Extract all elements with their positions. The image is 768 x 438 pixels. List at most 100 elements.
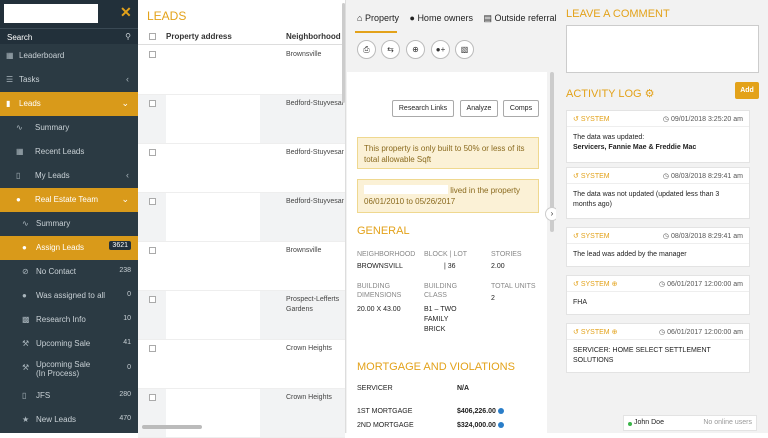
add-button[interactable]: ⊕ (406, 40, 425, 59)
sidebar-item-leaderboard[interactable]: ▦ Leaderboard (0, 44, 138, 68)
sidebar-item-recent-leads[interactable]: ▦ Recent Leads (0, 140, 138, 164)
book-icon: ▮ (6, 99, 11, 108)
sidebar-item-was-assigned[interactable]: ● Was assigned to all 0 (0, 284, 138, 308)
leads-vertical-scrollbar[interactable] (342, 3, 345, 103)
date-label: 06/01/2017 12:00:00 am (667, 329, 743, 336)
close-icon[interactable]: ✕ (120, 4, 132, 21)
gavel-icon: ⚒ (22, 339, 30, 348)
row-checkbox[interactable] (149, 247, 156, 254)
online-user-name: John Doe (634, 419, 664, 426)
sidebar-item-label: Research Info (36, 315, 86, 324)
table-row[interactable]: Crown Heights (138, 389, 345, 438)
activity-date: ◷ 08/03/2018 8:29:41 am (663, 172, 743, 180)
row-checkbox[interactable] (149, 149, 156, 156)
tab-label: Property (364, 13, 399, 23)
table-row[interactable]: Prospect-Lefferts Gardens (138, 291, 345, 340)
sidebar-item-label: Summary (36, 219, 71, 228)
plus-circle-icon[interactable]: ⊕ (612, 281, 618, 288)
first-mortgage-label: 1ST MORTGAGE (357, 408, 413, 415)
sidebar-item-team-summary[interactable]: ∿ Summary (0, 212, 138, 236)
row-checkbox[interactable] (149, 345, 156, 352)
date-label: 09/01/2018 3:25:20 am (670, 116, 743, 123)
table-row[interactable]: Bedford-Stuyvesant (138, 193, 345, 242)
building-class-value: B1 – TWO FAMILY BRICK (424, 306, 457, 333)
table-row[interactable]: Brownsville (138, 46, 345, 95)
sidebar-item-my-leads[interactable]: ▯ My Leads ‹ (0, 164, 138, 188)
activity-date: ◷ 08/03/2018 8:29:41 am (663, 232, 743, 240)
activity-card: ↺ SYSTEM ◷ 09/01/2018 3:25:20 am The data… (566, 110, 750, 163)
table-row[interactable]: Crown Heights (138, 340, 345, 389)
research-links-button[interactable]: Research Links (392, 100, 454, 117)
row-checkbox[interactable] (149, 394, 156, 401)
comment-textarea[interactable] (566, 25, 759, 73)
print-button[interactable]: ⎙ (357, 40, 376, 59)
check-circle-icon (497, 408, 504, 414)
delete-button[interactable]: ▧ (455, 40, 474, 59)
row-checkbox[interactable] (149, 296, 156, 303)
sidebar-item-new-leads[interactable]: ★ New Leads 470 (0, 408, 138, 432)
column-header-neighborhood[interactable]: Neighborhood (286, 32, 341, 41)
horizontal-scrollbar[interactable] (142, 425, 202, 429)
row-checkbox[interactable] (149, 51, 156, 58)
ban-icon: ⊘ (22, 267, 29, 276)
sidebar-item-label: My Leads (35, 171, 70, 180)
table-row[interactable]: Bedford-Stuyvesant (138, 95, 345, 144)
lived-dates: 06/01/2010 to 05/26/2017 (364, 197, 456, 206)
users-icon: ● (409, 13, 415, 23)
plus-circle-icon[interactable]: ⊕ (612, 329, 618, 336)
tab-home-owners[interactable]: ● Home owners (409, 13, 472, 23)
clock-icon: ◷ (659, 281, 666, 288)
logo-placeholder (4, 4, 98, 23)
star-icon: ★ (22, 415, 30, 424)
table-row[interactable]: Brownsville (138, 242, 345, 291)
table-row[interactable]: Bedford-Stuyvesant (138, 144, 345, 193)
sidebar-item-jfs[interactable]: ▯ JFS 280 (0, 384, 138, 408)
comps-button[interactable]: Comps (503, 100, 539, 117)
activity-date: ◷ 06/01/2017 12:00:00 am (659, 328, 743, 336)
no-online-users-label: No online users (703, 419, 752, 426)
row-checkbox[interactable] (149, 100, 156, 107)
select-all-checkbox[interactable] (149, 33, 156, 40)
sidebar-item-upcoming-sale[interactable]: ⚒ Upcoming Sale 41 (0, 332, 138, 356)
activity-source: ↺ SYSTEM ⊕ (573, 328, 617, 336)
online-users-bar[interactable]: John Doe No online users (623, 415, 757, 431)
sidebar-item-assign-leads[interactable]: ● Assign Leads 3621 (0, 236, 138, 260)
row-checkbox[interactable] (149, 198, 156, 205)
count-badge: 0 (127, 291, 131, 298)
sidebar-item-label: Summary (35, 123, 70, 132)
chevron-down-icon: ⌄ (121, 98, 129, 108)
sidebar-search[interactable]: Search ⚲ (0, 28, 138, 44)
sidebar-item-label: Tasks (19, 75, 40, 84)
sidebar-item-tasks[interactable]: ☰ Tasks ‹ (0, 68, 138, 92)
first-mortgage-value: $406,226.00 (457, 408, 496, 415)
column-header-address[interactable]: Property address (166, 32, 232, 41)
calendar-icon: ▦ (16, 147, 24, 156)
sidebar-item-leads[interactable]: ▮ Leads ⌄ (0, 92, 138, 116)
analyze-button[interactable]: Analyze (460, 100, 498, 117)
sidebar-item-research-info[interactable]: ▩ Research Info 10 (0, 308, 138, 332)
sidebar-item-upcoming-sale-in-process[interactable]: ⚒ Upcoming Sale (In Process) 0 (0, 356, 138, 384)
add-comment-button[interactable]: Add (735, 82, 759, 99)
retweet-button[interactable]: ⇆ (381, 40, 400, 59)
total-units-label: TOTAL UNITS (491, 283, 536, 290)
activity-source: ↺ SYSTEM (573, 115, 610, 123)
source-label: SYSTEM (580, 329, 610, 336)
leads-panel: LEADS Property address Neighborhood Brow… (138, 0, 346, 438)
address-cell (166, 144, 260, 192)
lived-text: lived in the property (450, 186, 521, 195)
tab-property[interactable]: ⌂ Property (357, 13, 399, 23)
tab-outside-referral[interactable]: ▤ Outside referral (483, 13, 556, 24)
activity-detail: Servicers, Fannie Mae & Freddie Mac (573, 144, 697, 151)
add-user-icon: ●+ (435, 45, 446, 54)
list-icon: ☰ (6, 75, 14, 84)
sidebar-item-real-estate-team[interactable]: ● Real Estate Team ⌄ (0, 188, 138, 212)
sidebar-item-summary[interactable]: ∿ Summary (0, 116, 138, 140)
sidebar-item-no-contact[interactable]: ⊘ No Contact 238 (0, 260, 138, 284)
tab-label: Outside referral (494, 13, 557, 23)
history-icon: ↺ (573, 116, 579, 123)
gear-icon[interactable]: ⚙ (645, 88, 655, 100)
address-cell (166, 389, 260, 437)
add-user-button[interactable]: ●+ (431, 40, 450, 59)
activity-text: The data was updated: (573, 134, 645, 141)
address-cell (166, 340, 260, 388)
